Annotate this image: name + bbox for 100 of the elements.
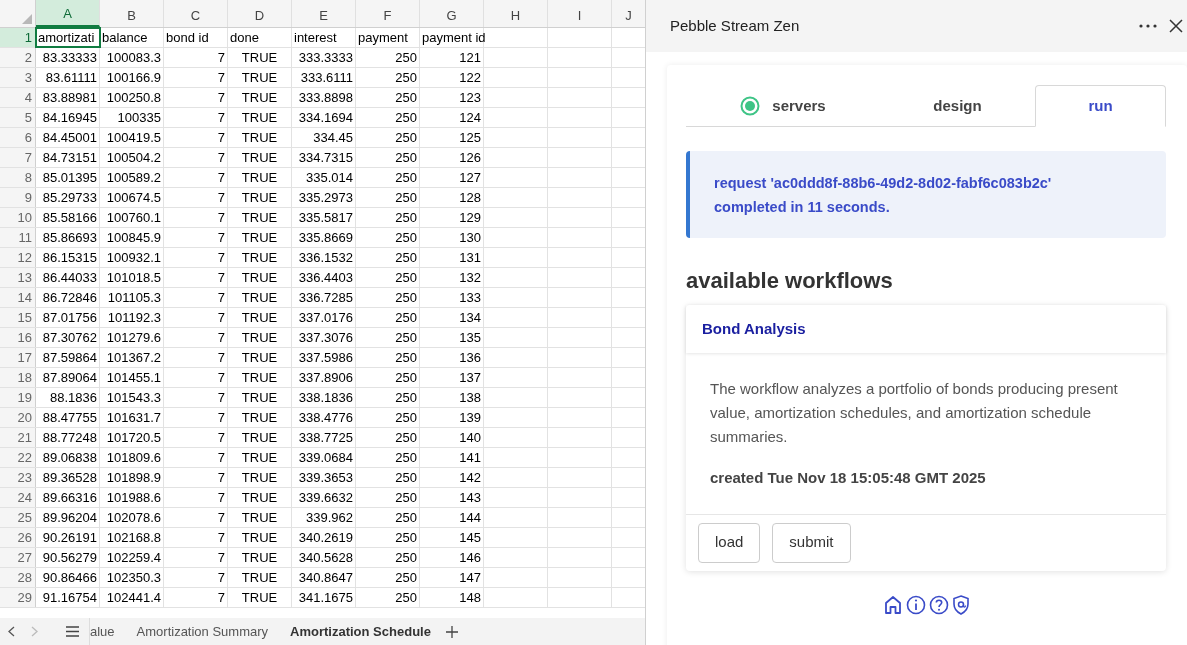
table-cell: 102259.4	[100, 548, 164, 567]
home-icon[interactable]	[882, 594, 903, 615]
column-header[interactable]: E	[292, 0, 356, 27]
table-cell: bond id	[164, 28, 228, 47]
sheet-tab[interactable]: Amortization Summary	[125, 618, 280, 645]
workflow-description: The workflow analyzes a portfolio of bonds producing present value, amortization schedules, and amortization schedule summaries.	[710, 379, 1119, 447]
table-cell: 148	[420, 588, 484, 607]
row-header[interactable]: 18	[0, 368, 36, 387]
tab[interactable]: servers	[686, 85, 880, 127]
table-cell: 7	[164, 528, 228, 547]
row-header[interactable]: 8	[0, 168, 36, 187]
table-cell: 85.58166	[36, 208, 100, 227]
table-cell: 91.16754	[36, 588, 100, 607]
row-header[interactable]: 1	[0, 28, 36, 47]
shield-icon[interactable]	[951, 594, 970, 615]
row-header[interactable]: 20	[0, 408, 36, 427]
row-header[interactable]: 2	[0, 48, 36, 67]
row-header[interactable]: 27	[0, 548, 36, 567]
table-cell: 339.0684	[292, 448, 356, 467]
table-cell: 136	[420, 348, 484, 367]
row-header[interactable]: 19	[0, 388, 36, 407]
help-icon[interactable]	[928, 594, 949, 615]
table-cell: 7	[164, 568, 228, 587]
column-header[interactable]: H	[484, 0, 548, 27]
table-cell: 7	[164, 428, 228, 447]
row-header[interactable]: 9	[0, 188, 36, 207]
table-cell: 250	[356, 208, 420, 227]
row-header[interactable]: 4	[0, 88, 36, 107]
table-cell: 337.3076	[292, 328, 356, 347]
table-cell: 85.86693	[36, 228, 100, 247]
row-header[interactable]: 15	[0, 308, 36, 327]
more-icon[interactable]	[1139, 24, 1157, 28]
tab[interactable]: design	[880, 85, 1035, 127]
row-header[interactable]: 10	[0, 208, 36, 227]
row-header[interactable]: 6	[0, 128, 36, 147]
column-header[interactable]: I	[548, 0, 612, 27]
row-header[interactable]: 29	[0, 588, 36, 607]
row-header[interactable]: 21	[0, 428, 36, 447]
table-cell: 336.7285	[292, 288, 356, 307]
close-icon[interactable]	[1169, 19, 1183, 33]
table-cell: 250	[356, 428, 420, 447]
table-cell: 339.962	[292, 508, 356, 527]
row-header[interactable]: 13	[0, 268, 36, 287]
column-header[interactable]: B	[100, 0, 164, 27]
add-sheet-icon[interactable]	[445, 625, 458, 638]
table-cell: TRUE	[228, 288, 292, 307]
table-cell: TRUE	[228, 508, 292, 527]
sheet-tab[interactable]: alue	[90, 618, 126, 645]
table-cell: 132	[420, 268, 484, 287]
table-cell: interest	[292, 28, 356, 47]
table-cell: 83.33333	[36, 48, 100, 67]
row-header[interactable]: 25	[0, 508, 36, 527]
column-header[interactable]: F	[356, 0, 420, 27]
row-header[interactable]: 5	[0, 108, 36, 127]
table-cell: 7	[164, 48, 228, 67]
table-cell: 250	[356, 128, 420, 147]
table-cell: 90.86466	[36, 568, 100, 587]
table-cell: 7	[164, 308, 228, 327]
row-header[interactable]: 3	[0, 68, 36, 87]
table-cell: 336.4403	[292, 268, 356, 287]
table-cell: 7	[164, 68, 228, 87]
menu-icon[interactable]	[66, 626, 79, 637]
table-cell: 7	[164, 588, 228, 607]
column-header[interactable]: G	[420, 0, 484, 27]
table-cell: 84.45001	[36, 128, 100, 147]
row-header[interactable]: 11	[0, 228, 36, 247]
table-cell: TRUE	[228, 328, 292, 347]
row-header[interactable]: 28	[0, 568, 36, 587]
info-icon[interactable]	[905, 594, 926, 615]
table-cell: 101192.3	[100, 308, 164, 327]
row-header[interactable]: 26	[0, 528, 36, 547]
table-cell: 340.5628	[292, 548, 356, 567]
table-cell: 101455.1	[100, 368, 164, 387]
previous-sheet-icon[interactable]	[8, 626, 15, 637]
table-cell: 142	[420, 468, 484, 487]
column-header[interactable]: D	[228, 0, 292, 27]
tab[interactable]: run	[1035, 85, 1166, 127]
table-cell: 101809.6	[100, 448, 164, 467]
row-header[interactable]: 14	[0, 288, 36, 307]
table-cell: TRUE	[228, 528, 292, 547]
table-cell: 87.01756	[36, 308, 100, 327]
table-cell: 250	[356, 588, 420, 607]
row-header[interactable]: 17	[0, 348, 36, 367]
table-cell: 84.16945	[36, 108, 100, 127]
table-cell: 100250.8	[100, 88, 164, 107]
table-cell: 7	[164, 188, 228, 207]
table-cell: 338.4776	[292, 408, 356, 427]
table-cell: TRUE	[228, 168, 292, 187]
table-cell: 88.47755	[36, 408, 100, 427]
row-header[interactable]: 12	[0, 248, 36, 267]
row-header[interactable]: 22	[0, 448, 36, 467]
row-header[interactable]: 24	[0, 488, 36, 507]
row-header[interactable]: 7	[0, 148, 36, 167]
workflow-button[interactable]: load	[698, 522, 761, 563]
workflow-button[interactable]: submit	[772, 522, 851, 563]
column-header[interactable]: A	[36, 0, 100, 27]
column-header[interactable]: C	[164, 0, 228, 27]
table-cell: 100932.1	[100, 248, 164, 267]
row-header[interactable]: 23	[0, 468, 36, 487]
row-header[interactable]: 16	[0, 328, 36, 347]
